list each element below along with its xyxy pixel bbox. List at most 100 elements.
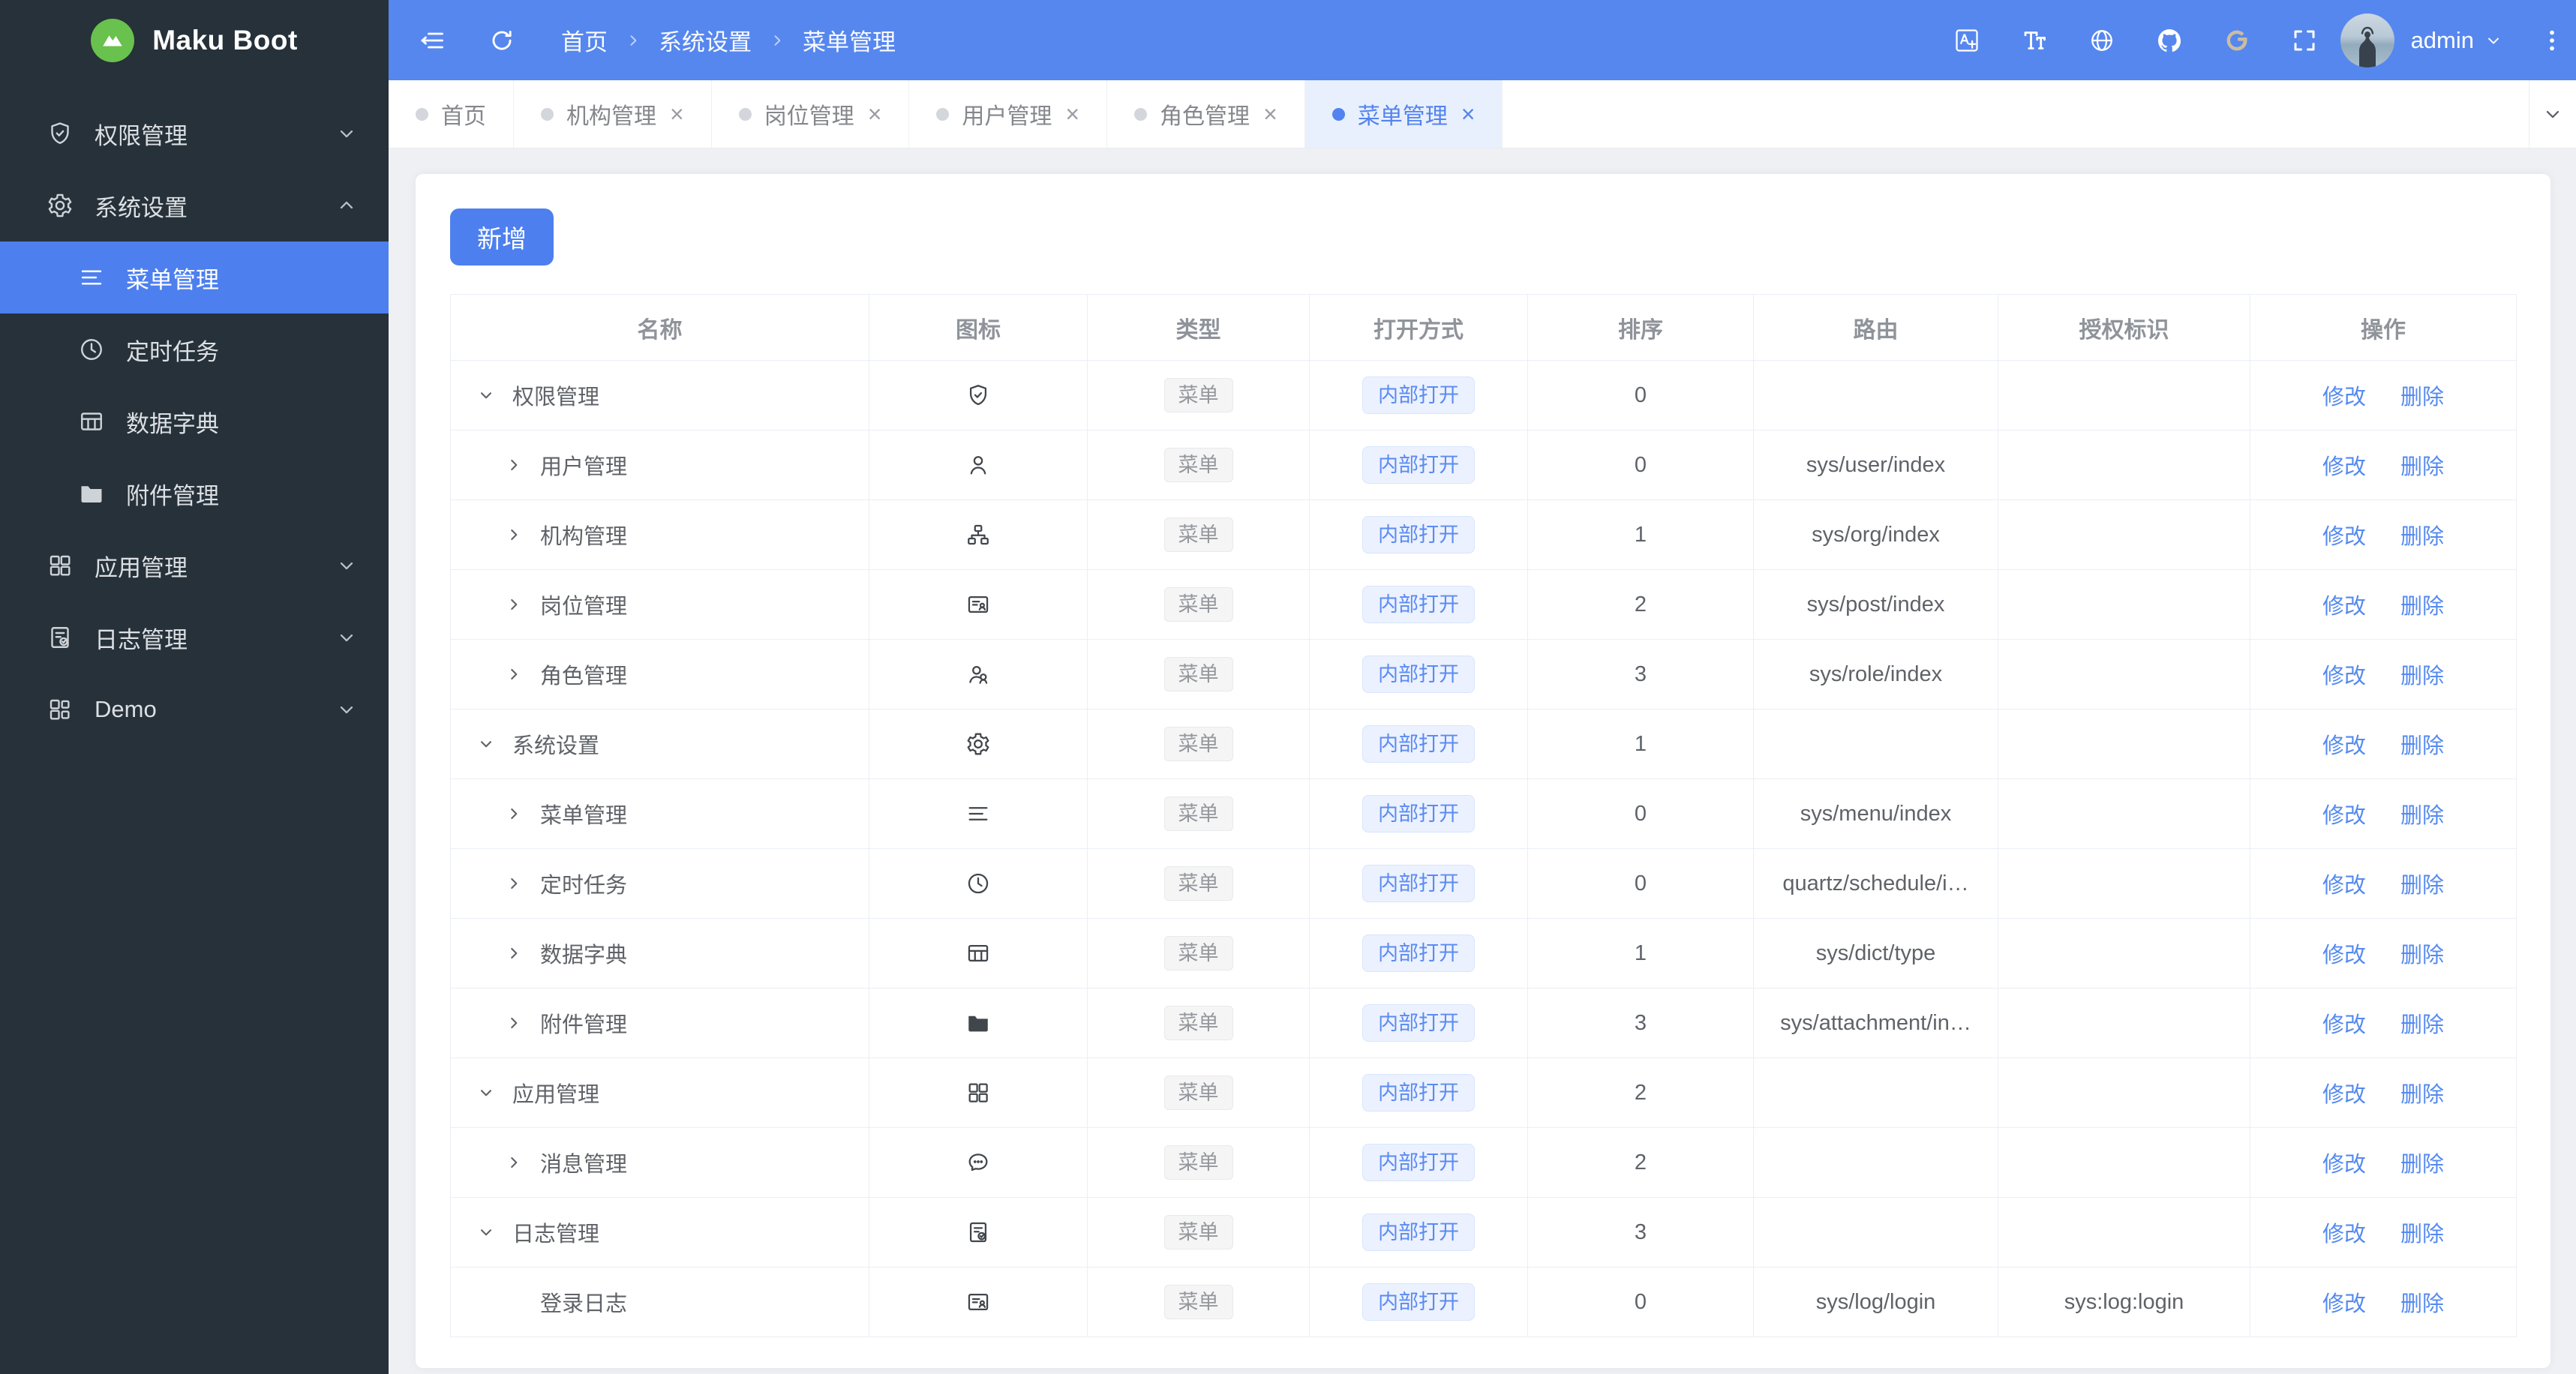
menu-type-cell: 菜单 [1087, 1127, 1310, 1198]
globe-icon[interactable] [2088, 27, 2115, 54]
type-tag: 菜单 [1163, 1076, 1233, 1110]
gitee-icon[interactable] [2223, 27, 2250, 54]
menu-route-cell [1753, 709, 1998, 779]
delete-link[interactable]: 删除 [2400, 734, 2444, 758]
tab-close-icon[interactable]: × [1065, 102, 1079, 126]
translate-icon[interactable] [1953, 27, 1980, 54]
edit-link[interactable]: 修改 [2322, 874, 2366, 898]
tab-close-icon[interactable]: × [670, 102, 684, 126]
menu-auth-cell [1998, 500, 2250, 570]
font-size-icon[interactable] [2021, 27, 2048, 54]
caret-down-icon[interactable] [476, 734, 512, 754]
tab-list-dropdown[interactable] [2529, 80, 2576, 148]
edit-link[interactable]: 修改 [2322, 1013, 2366, 1037]
tab-dot-icon [1332, 107, 1345, 121]
org-tree-icon [965, 522, 991, 548]
tab-close-icon[interactable]: × [1263, 102, 1277, 126]
add-button[interactable]: 新增 [450, 208, 554, 266]
caret-right-icon[interactable] [504, 804, 540, 824]
caret-right-icon[interactable] [504, 944, 540, 963]
delete-link[interactable]: 删除 [2400, 386, 2444, 410]
sidebar-item[interactable]: 权限管理 [0, 98, 389, 170]
tab-close-icon[interactable]: × [868, 102, 882, 126]
delete-link[interactable]: 删除 [2400, 664, 2444, 688]
sidebar-item[interactable]: 系统设置 [0, 170, 389, 242]
caret-right-icon[interactable] [504, 595, 540, 614]
edit-link[interactable]: 修改 [2322, 386, 2366, 410]
user-menu[interactable]: admin [2340, 13, 2502, 68]
tab[interactable]: 角色管理 × [1107, 80, 1305, 148]
sidebar-item-label: 系统设置 [95, 194, 188, 221]
tab[interactable]: 首页 [389, 80, 514, 148]
sidebar-item[interactable]: 菜单管理 [0, 242, 389, 314]
delete-link[interactable]: 删除 [2400, 595, 2444, 619]
delete-link[interactable]: 删除 [2400, 874, 2444, 898]
breadcrumb-item[interactable]: 菜单管理 [803, 23, 896, 57]
refresh-icon[interactable] [489, 28, 515, 53]
breadcrumb-item[interactable]: 首页 [561, 23, 659, 57]
menu-route-cell: sys/attachment/in… [1753, 988, 1998, 1058]
edit-link[interactable]: 修改 [2322, 804, 2366, 828]
sidebar-item[interactable]: 数据字典 [0, 386, 389, 458]
edit-link[interactable]: 修改 [2322, 455, 2366, 479]
edit-link[interactable]: 修改 [2322, 1292, 2366, 1316]
tab[interactable]: 用户管理 × [909, 80, 1108, 148]
delete-link[interactable]: 删除 [2400, 804, 2444, 828]
menu-fold-icon[interactable] [419, 27, 446, 54]
top-header: 首页 系统设置 菜单管理 admin [389, 0, 2576, 80]
tab[interactable]: 菜单管理 × [1305, 80, 1503, 148]
sidebar-item[interactable]: 应用管理 [0, 530, 389, 602]
edit-link[interactable]: 修改 [2322, 1153, 2366, 1177]
menu-icon-cell [869, 988, 1088, 1058]
delete-link[interactable]: 删除 [2400, 1013, 2444, 1037]
caret-right-icon[interactable] [504, 525, 540, 544]
delete-link[interactable]: 删除 [2400, 525, 2444, 549]
delete-link[interactable]: 删除 [2400, 944, 2444, 968]
github-icon[interactable] [2156, 27, 2183, 54]
edit-link[interactable]: 修改 [2322, 664, 2366, 688]
edit-link[interactable]: 修改 [2322, 944, 2366, 968]
caret-down-icon[interactable] [476, 1083, 512, 1102]
delete-link[interactable]: 删除 [2400, 1153, 2444, 1177]
avatar[interactable] [2340, 13, 2394, 68]
edit-link[interactable]: 修改 [2322, 1083, 2366, 1107]
edit-link[interactable]: 修改 [2322, 525, 2366, 549]
edit-link[interactable]: 修改 [2322, 734, 2366, 758]
caret-right-icon[interactable] [504, 455, 540, 475]
tab[interactable]: 岗位管理 × [712, 80, 910, 148]
fullscreen-icon[interactable] [2291, 27, 2318, 54]
users-icon [965, 662, 991, 687]
caret-right-icon[interactable] [504, 1013, 540, 1033]
sidebar-item[interactable]: 附件管理 [0, 458, 389, 530]
delete-link[interactable]: 删除 [2400, 455, 2444, 479]
breadcrumb-item[interactable]: 系统设置 [659, 23, 803, 57]
sidebar-item[interactable]: 日志管理 [0, 602, 389, 674]
tab-close-icon[interactable]: × [1461, 102, 1476, 126]
delete-link[interactable]: 删除 [2400, 1222, 2444, 1246]
table-row: 角色管理 菜单 内部打开 3 sys/role/index 修改 删除 [450, 639, 2517, 710]
menu-icon-cell [869, 778, 1088, 849]
column-header: 排序 [1527, 294, 1754, 361]
delete-link[interactable]: 删除 [2400, 1292, 2444, 1316]
caret-right-icon[interactable] [504, 664, 540, 684]
table-row: 机构管理 菜单 内部打开 1 sys/org/index 修改 删除 [450, 500, 2517, 570]
logo-mountain-icon [99, 27, 126, 54]
sidebar-item[interactable]: 定时任务 [0, 314, 389, 386]
more-menu[interactable] [2538, 27, 2565, 54]
app-logo[interactable]: Maku Boot [0, 0, 389, 81]
edit-link[interactable]: 修改 [2322, 595, 2366, 619]
menu-open-cell: 内部打开 [1309, 1267, 1528, 1337]
type-tag: 菜单 [1163, 727, 1233, 761]
tab[interactable]: 机构管理 × [514, 80, 712, 148]
sidebar-item[interactable]: Demo [0, 674, 389, 746]
open-mode-tag: 内部打开 [1362, 446, 1475, 484]
edit-link[interactable]: 修改 [2322, 1222, 2366, 1246]
table-row: 数据字典 菜单 内部打开 1 sys/dict/type 修改 删除 [450, 918, 2517, 988]
user-chevron-icon [2484, 32, 2502, 50]
caret-right-icon[interactable] [504, 1153, 540, 1172]
delete-link[interactable]: 删除 [2400, 1083, 2444, 1107]
caret-right-icon[interactable] [504, 874, 540, 893]
caret-down-icon[interactable] [476, 386, 512, 405]
caret-down-icon[interactable] [476, 1222, 512, 1242]
open-mode-tag: 内部打开 [1362, 656, 1475, 693]
